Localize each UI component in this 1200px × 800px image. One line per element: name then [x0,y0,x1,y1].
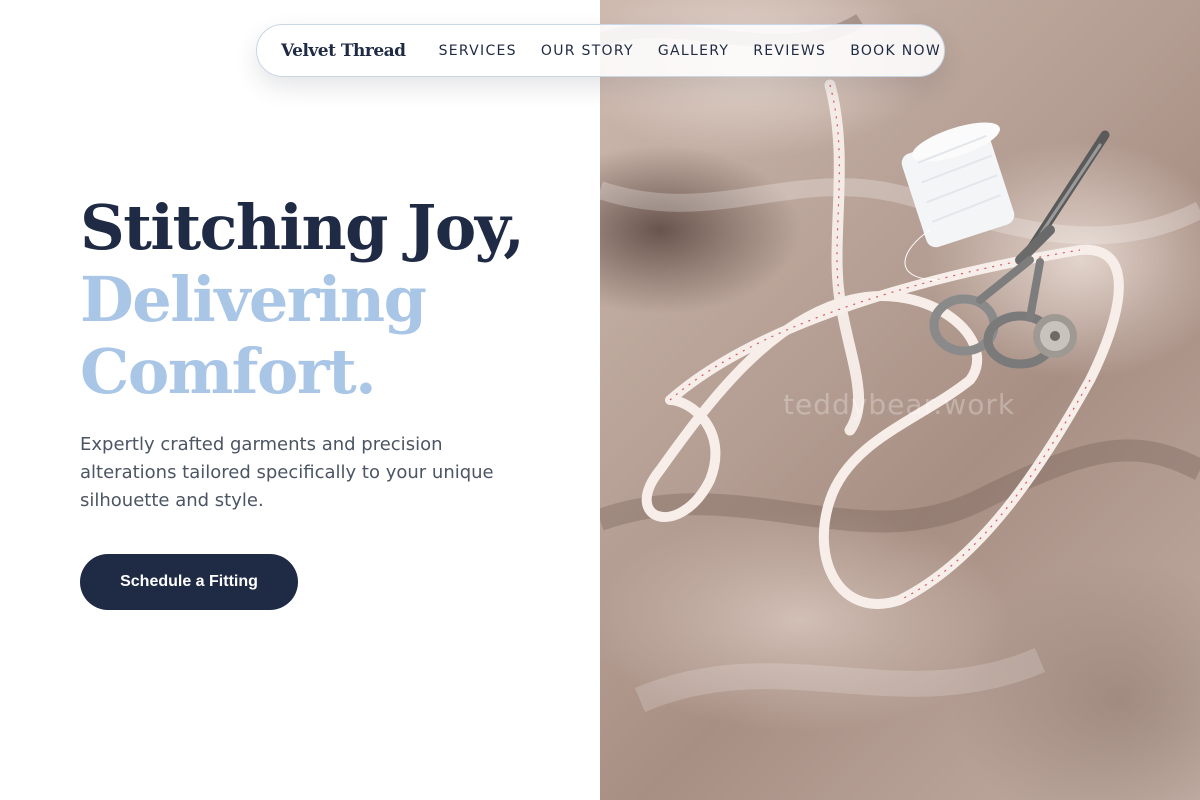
schedule-fitting-button[interactable]: Schedule a Fitting [80,554,298,610]
nav-link-services[interactable]: SERVICES [439,43,517,59]
nav-link-book-now[interactable]: BOOK NOW [850,43,941,59]
hero-title-line-1: Stitching Joy, [80,191,525,264]
watermark-text: teddybear.work [783,388,1016,421]
bobbin-icon [1033,314,1077,358]
hero-title: Stitching Joy, Delivering Comfort. [80,192,600,408]
main-nav: Velvet Thread SERVICES OUR STORY GALLERY… [256,24,945,77]
nav-link-our-story[interactable]: OUR STORY [541,43,634,59]
hero-image: teddybear.work [600,0,1200,800]
hero-description: Expertly crafted garments and precision … [80,434,494,511]
thread-spool-icon [901,122,1015,281]
hero-title-line-3: Comfort. [80,335,377,408]
nav-link-reviews[interactable]: REVIEWS [753,43,826,59]
brand-logo[interactable]: Velvet Thread [281,41,406,61]
nav-links: SERVICES OUR STORY GALLERY REVIEWS BOOK … [439,43,941,59]
hero-title-line-2: Delivering [80,263,427,336]
nav-link-gallery[interactable]: GALLERY [658,43,729,59]
